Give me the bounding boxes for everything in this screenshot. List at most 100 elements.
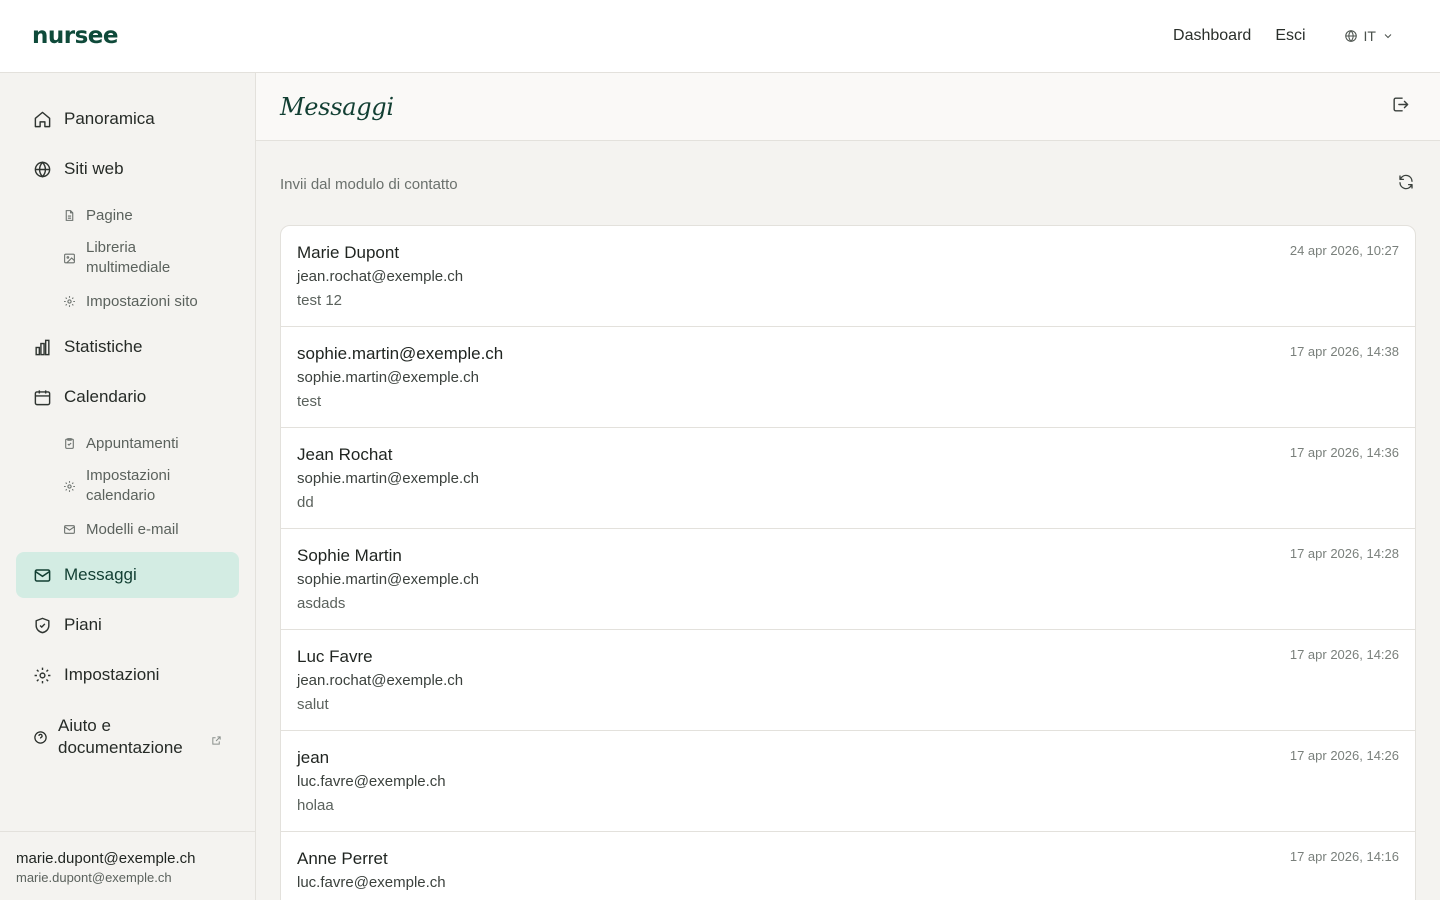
help-circle-icon	[32, 729, 48, 745]
refresh-icon	[1397, 173, 1415, 196]
main-content: Messaggi Invii dal modulo di contatto Ma…	[256, 73, 1440, 900]
sidebar-item-label: Calendario	[64, 387, 147, 406]
message-date: 17 apr 2026, 14:16	[1289, 849, 1399, 864]
sidebar-subitem-impostazioni-sito[interactable]: Impostazioni sito	[16, 282, 239, 320]
calendar-icon	[32, 387, 52, 407]
clipboard-icon	[62, 436, 76, 450]
message-date: 17 apr 2026, 14:28	[1289, 546, 1399, 561]
chevron-down-icon	[1382, 30, 1394, 42]
message-sender-name: Marie Dupont	[297, 243, 400, 262]
sidebar-subitem-appuntamenti[interactable]: Appuntamenti	[16, 424, 239, 462]
message-preview: dd	[297, 494, 314, 511]
sidebar-item-label: Piani	[64, 615, 102, 634]
section-header: Invii dal modulo di contatto	[256, 141, 1440, 227]
image-icon	[62, 251, 76, 265]
sidebar-item-label: Statistiche	[64, 337, 143, 356]
message-sender-name: Luc Favre	[297, 647, 373, 666]
message-sender-email: sophie.martin@exemple.ch	[297, 369, 479, 386]
sidebar-item-messaggi[interactable]: Messaggi	[16, 552, 239, 598]
sidebar-item-help[interactable]: Aiuto e documentazione	[16, 706, 239, 768]
calendar-submenu: Appuntamenti Impostazioni calendario Mod…	[16, 424, 239, 548]
document-icon	[62, 208, 76, 222]
sidebar-item-siti-web[interactable]: Siti web	[16, 146, 239, 192]
sidebar-item-label: Panoramica	[64, 109, 155, 128]
sidebar: Panoramica Siti web Pagine Libreria mult…	[0, 73, 256, 900]
message-preview: asdads	[297, 595, 346, 612]
user-email: marie.dupont@exemple.ch	[16, 870, 172, 885]
user-name: marie.dupont@exemple.ch	[16, 850, 196, 867]
exit-button[interactable]	[1384, 91, 1416, 123]
message-preview: holaa	[297, 797, 334, 814]
sidebar-subitem-label: Pagine	[86, 206, 133, 224]
mail-icon	[62, 522, 76, 536]
user-info: marie.dupont@exemple.ch marie.dupont@exe…	[0, 831, 255, 900]
sidebar-subitem-libreria[interactable]: Libreria multimediale	[16, 234, 239, 282]
globe-icon	[1344, 29, 1358, 43]
sidebar-subitem-pagine[interactable]: Pagine	[16, 196, 239, 234]
sidebar-subitem-label: Modelli e-mail	[86, 520, 179, 538]
page-header: Messaggi	[256, 73, 1440, 141]
message-date: 17 apr 2026, 14:38	[1289, 344, 1399, 359]
dashboard-link[interactable]: Dashboard	[1173, 27, 1251, 45]
sidebar-item-label: Messaggi	[64, 565, 137, 584]
message-row[interactable]: Sophie Martin sophie.martin@exemple.ch a…	[281, 529, 1415, 630]
message-sender-name: Sophie Martin	[297, 546, 402, 565]
message-sender-name: jean	[297, 748, 330, 767]
sidebar-subitem-label: Impostazioni calendario	[86, 467, 171, 504]
top-bar: nursee Dashboard Esci IT	[0, 0, 1440, 73]
message-row[interactable]: sophie.martin@exemple.ch sophie.martin@e…	[281, 327, 1415, 428]
message-sender-email: luc.favre@exemple.ch	[297, 874, 446, 891]
refresh-button[interactable]	[1390, 168, 1422, 200]
sidebar-subitem-label: Libreria multimediale	[86, 239, 171, 276]
language-label: IT	[1363, 28, 1376, 44]
sidebar-nav: Panoramica Siti web Pagine Libreria mult…	[0, 73, 255, 768]
message-date: 17 apr 2026, 14:36	[1289, 445, 1399, 460]
globe-icon	[32, 159, 52, 179]
sidebar-item-impostazioni[interactable]: Impostazioni	[16, 652, 239, 698]
logout-icon	[1391, 95, 1410, 119]
bar-chart-icon	[32, 337, 52, 357]
message-sender-email: luc.favre@exemple.ch	[297, 773, 446, 790]
message-sender-name: Anne Perret	[297, 849, 388, 868]
home-icon	[32, 109, 52, 129]
sidebar-subitem-label: Appuntamenti	[86, 434, 179, 452]
sidebar-subitem-impostazioni-calendario[interactable]: Impostazioni calendario	[16, 462, 239, 510]
section-title: Invii dal modulo di contatto	[280, 175, 458, 193]
message-date: 17 apr 2026, 14:26	[1289, 647, 1399, 662]
external-link-icon	[211, 731, 223, 745]
sidebar-item-label: Aiuto e documentazione	[58, 716, 183, 757]
page-title: Messaggi	[280, 92, 394, 121]
message-preview: salut	[297, 696, 329, 713]
message-date: 17 apr 2026, 14:26	[1289, 748, 1399, 763]
sidebar-item-statistiche[interactable]: Statistiche	[16, 324, 239, 370]
sites-submenu: Pagine Libreria multimediale Impostazion…	[16, 196, 239, 320]
message-sender-email: jean.rochat@exemple.ch	[297, 268, 464, 285]
message-sender-email: jean.rochat@exemple.ch	[297, 672, 464, 689]
message-row[interactable]: Jean Rochat sophie.martin@exemple.ch dd …	[281, 428, 1415, 529]
message-date: 24 apr 2026, 10:27	[1289, 243, 1399, 258]
logout-link[interactable]: Esci	[1275, 27, 1305, 45]
message-list: Marie Dupont jean.rochat@exemple.ch test…	[280, 225, 1416, 900]
mail-icon	[32, 565, 52, 585]
message-row[interactable]: Marie Dupont jean.rochat@exemple.ch test…	[281, 226, 1415, 327]
sidebar-item-piani[interactable]: Piani	[16, 602, 239, 648]
message-row[interactable]: Luc Favre jean.rochat@exemple.ch salut 1…	[281, 630, 1415, 731]
message-row[interactable]: Anne Perret luc.favre@exemple.ch 17 apr …	[281, 832, 1415, 900]
gear-icon	[62, 294, 76, 308]
sidebar-subitem-modelli-email[interactable]: Modelli e-mail	[16, 510, 239, 548]
sidebar-item-calendario[interactable]: Calendario	[16, 374, 239, 420]
gear-icon	[62, 479, 76, 493]
sidebar-item-panoramica[interactable]: Panoramica	[16, 96, 239, 142]
language-selector[interactable]: IT	[1344, 28, 1394, 44]
message-row[interactable]: jean luc.favre@exemple.ch holaa 17 apr 2…	[281, 731, 1415, 832]
message-sender-email: sophie.martin@exemple.ch	[297, 571, 479, 588]
gear-icon	[32, 665, 52, 685]
message-sender-name: Jean Rochat	[297, 445, 393, 464]
logo[interactable]: nursee	[32, 23, 118, 49]
message-preview: test 12	[297, 292, 343, 309]
sidebar-subitem-label: Impostazioni sito	[86, 292, 198, 310]
message-sender-name: sophie.martin@exemple.ch	[297, 344, 504, 363]
sidebar-item-label: Siti web	[64, 159, 124, 178]
sidebar-item-label: Impostazioni	[64, 665, 160, 684]
shield-icon	[32, 615, 52, 635]
